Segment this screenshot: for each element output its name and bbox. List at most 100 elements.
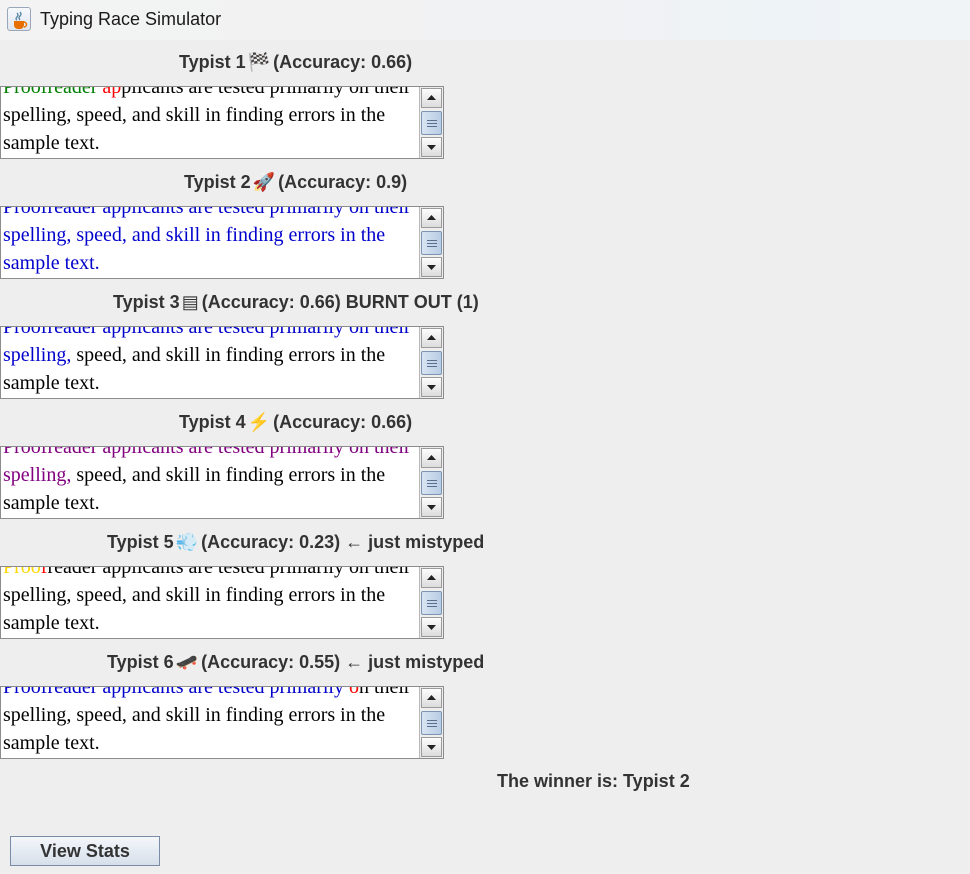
- scroll-thumb[interactable]: [421, 111, 442, 135]
- wind-icon: 💨: [175, 532, 199, 552]
- grip-line: [427, 726, 437, 727]
- grip-line: [427, 486, 437, 487]
- passage-segment: ap: [102, 86, 122, 98]
- typist-accuracy: (Accuracy: 0.66) BURNT OUT (1): [201, 292, 479, 312]
- grip-line: [427, 363, 437, 364]
- grip-line: [427, 603, 437, 604]
- arrow-up-icon: [427, 455, 436, 460]
- typist-name: Typist 3: [113, 292, 180, 312]
- scroll-up-button[interactable]: [421, 688, 442, 708]
- keyboard-icon: ▤: [181, 292, 199, 312]
- scroll-thumb[interactable]: [421, 471, 442, 495]
- grip-line: [427, 120, 437, 121]
- arrow-down-icon: [427, 505, 436, 510]
- typed-passage: Proofreader applicants are tested primar…: [3, 86, 419, 157]
- grip-line: [427, 720, 437, 721]
- vertical-scrollbar[interactable]: [419, 207, 443, 278]
- winner-label: The winner is: Typist 2: [497, 771, 690, 791]
- typist-progress-textarea-2[interactable]: Proofreader applicants are tested primar…: [0, 206, 444, 279]
- rocket-icon: 🚀: [252, 172, 276, 192]
- arrow-up-icon: [427, 215, 436, 220]
- passage-segment: Proofreader applicants are tested primar…: [3, 206, 411, 274]
- grip-line: [427, 243, 437, 244]
- scroll-down-button[interactable]: [421, 137, 442, 157]
- typed-passage: Proofreader applicants are tested primar…: [3, 447, 419, 517]
- grip-line: [427, 123, 437, 124]
- typist-label-5: Typist 5 💨 (Accuracy: 0.23) ← just mistype…: [107, 531, 484, 553]
- lightning-icon: ⚡: [247, 412, 271, 432]
- typed-passage: Proofreader applicants are tested primar…: [3, 327, 419, 397]
- passage-segment: Proofreader applicants are tested primar…: [3, 686, 349, 698]
- vertical-scrollbar[interactable]: [419, 447, 443, 518]
- window-title: Typing Race Simulator: [40, 9, 222, 29]
- arrow-down-icon: [427, 265, 436, 270]
- typist-label-6: Typist 6 🛹 (Accuracy: 0.55) ← just mistype…: [107, 651, 484, 673]
- grip-line: [427, 240, 437, 241]
- grip-line: [427, 483, 437, 484]
- scroll-up-button[interactable]: [421, 208, 442, 228]
- typist-name: Typist 5: [107, 532, 174, 552]
- arrow-up-icon: [427, 695, 436, 700]
- typist-label-2: Typist 2 🚀 (Accuracy: 0.9): [184, 171, 407, 193]
- arrow-up-icon: [427, 335, 436, 340]
- scroll-down-button[interactable]: [421, 617, 442, 637]
- vertical-scrollbar[interactable]: [419, 687, 443, 758]
- passage-segment: Proo: [3, 566, 41, 578]
- scroll-up-button[interactable]: [421, 88, 442, 108]
- skateboard-icon: 🛹: [175, 652, 199, 672]
- grip-line: [427, 600, 437, 601]
- typist-name: Typist 4: [179, 412, 246, 432]
- grip-line: [427, 126, 437, 127]
- arrow-down-icon: [427, 385, 436, 390]
- arrow-down-icon: [427, 145, 436, 150]
- typist-progress-textarea-1[interactable]: Proofreader applicants are tested primar…: [0, 86, 444, 159]
- passage-segment: Proofreade: [3, 86, 91, 98]
- vertical-scrollbar[interactable]: [419, 87, 443, 158]
- typist-name: Typist 6: [107, 652, 174, 672]
- vertical-scrollbar[interactable]: [419, 567, 443, 638]
- arrow-up-icon: [427, 95, 436, 100]
- typist-accuracy: (Accuracy: 0.66): [273, 52, 413, 72]
- grip-line: [427, 606, 437, 607]
- typist-progress-textarea-3[interactable]: Proofreader applicants are tested primar…: [0, 326, 444, 399]
- grip-line: [427, 723, 437, 724]
- title-bar: Typing Race Simulator: [0, 0, 970, 40]
- typed-passage: Proofreader applicants are tested primar…: [3, 206, 419, 277]
- vertical-scrollbar[interactable]: [419, 327, 443, 398]
- scroll-down-button[interactable]: [421, 737, 442, 757]
- typist-progress-textarea-4[interactable]: Proofreader applicants are tested primar…: [0, 446, 444, 519]
- typist-accuracy: (Accuracy: 0.66): [273, 412, 413, 432]
- arrow-up-icon: [427, 575, 436, 580]
- scroll-up-button[interactable]: [421, 568, 442, 588]
- view-stats-button[interactable]: View Stats: [10, 836, 160, 866]
- scroll-thumb[interactable]: [421, 351, 442, 375]
- passage-segment: reader applicants are tested primarily o…: [3, 566, 411, 634]
- java-cup-icon: [7, 7, 31, 31]
- typist-accuracy: (Accuracy: 0.9): [278, 172, 408, 192]
- typed-passage: Proofreader applicants are tested primar…: [3, 686, 419, 757]
- scroll-down-button[interactable]: [421, 377, 442, 397]
- grip-line: [427, 246, 437, 247]
- scroll-thumb[interactable]: [421, 711, 442, 735]
- typist-accuracy: (Accuracy: 0.23) ← just mistyped: [201, 532, 485, 552]
- grip-line: [427, 366, 437, 367]
- passage-segment: r: [90, 86, 103, 98]
- scroll-thumb[interactable]: [421, 591, 442, 615]
- passage-segment: o: [348, 686, 359, 698]
- scroll-thumb[interactable]: [421, 231, 442, 255]
- grip-line: [427, 480, 437, 481]
- scroll-down-button[interactable]: [421, 497, 442, 517]
- typist-name: Typist 2: [184, 172, 251, 192]
- checkered-flag-icon: 🏁: [247, 52, 271, 72]
- arrow-down-icon: [427, 745, 436, 750]
- typist-progress-textarea-6[interactable]: Proofreader applicants are tested primar…: [0, 686, 444, 759]
- typist-accuracy: (Accuracy: 0.55) ← just mistyped: [201, 652, 485, 672]
- typed-passage: Proofreader applicants are tested primar…: [3, 566, 419, 637]
- typist-name: Typist 1: [179, 52, 246, 72]
- scroll-up-button[interactable]: [421, 448, 442, 468]
- scroll-down-button[interactable]: [421, 257, 442, 277]
- scroll-up-button[interactable]: [421, 328, 442, 348]
- typist-label-4: Typist 4 ⚡ (Accuracy: 0.66): [179, 411, 412, 433]
- typist-progress-textarea-5[interactable]: Proofreader applicants are tested primar…: [0, 566, 444, 639]
- typist-label-3: Typist 3 ▤ (Accuracy: 0.66) BURNT OUT (1): [113, 291, 479, 313]
